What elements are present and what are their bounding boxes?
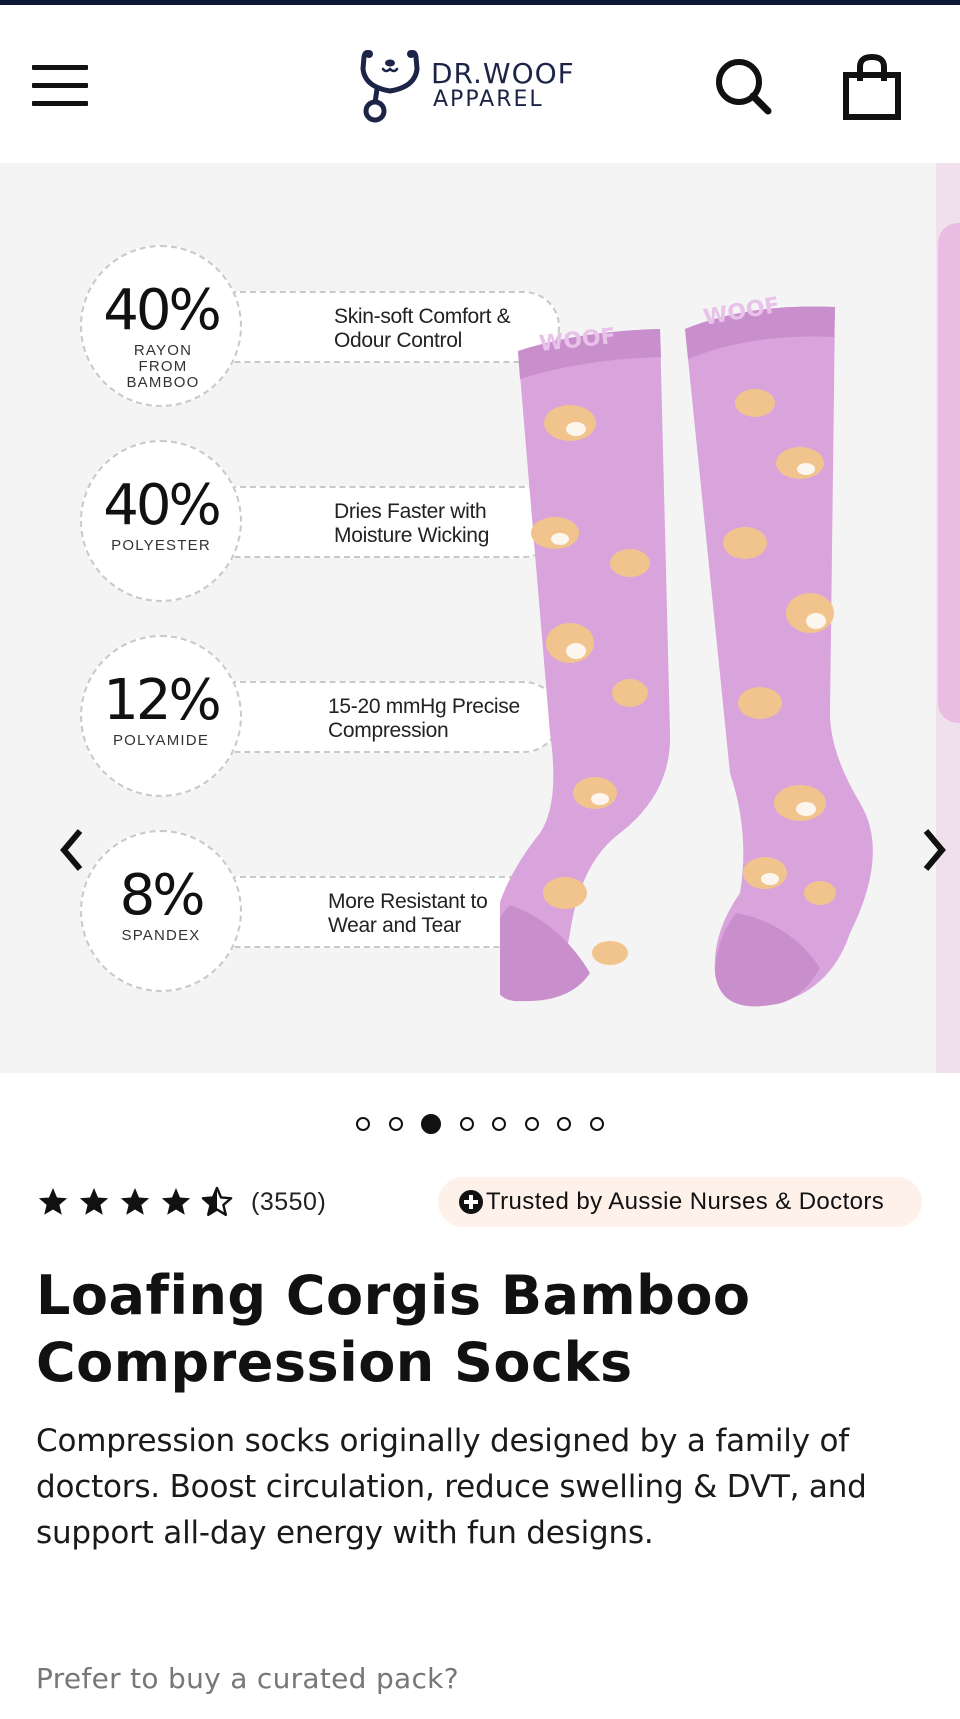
spec-material: RAYON FROM BAMBOO — [126, 342, 200, 391]
product-title-line-2: Compression Socks — [36, 1331, 633, 1394]
logo-line-1: DR.WOOF — [431, 56, 575, 90]
product-title: Loafing Corgis Bamboo Compression Socks — [36, 1262, 916, 1396]
star-icon — [161, 1188, 191, 1215]
medical-plus-icon — [459, 1190, 483, 1214]
site-header: DR.WOOF APPAREL — [0, 5, 960, 163]
product-description: Compression socks originally designed by… — [36, 1423, 867, 1551]
half-star-icon — [201, 1186, 233, 1216]
spec-material: POLYAMIDE — [112, 732, 210, 749]
spec-item: 15-20 mmHg Precise Compression 12% POLYA… — [80, 635, 560, 800]
slide-dot[interactable] — [459, 1117, 474, 1131]
chevron-right-icon[interactable] — [918, 823, 952, 877]
corgi-socks-product-image: WOOF WOOF — [500, 293, 873, 1007]
logo-line-2: APPAREL — [433, 87, 544, 113]
product-title-line-1: Loafing Corgis Bamboo — [36, 1264, 751, 1327]
slide-dot[interactable] — [589, 1117, 604, 1131]
spec-item: Skin-soft Comfort & Odour Control 40% RA… — [80, 245, 560, 410]
spec-percent-circle: 8% SPANDEX — [80, 830, 242, 992]
review-count: (3550) — [251, 1187, 327, 1216]
slide-pagination — [0, 1114, 960, 1138]
spec-percent-circle: 40% RAYON FROM BAMBOO — [80, 245, 242, 407]
star-rating — [36, 1186, 241, 1218]
slide-dot[interactable] — [557, 1117, 572, 1131]
spec-percent: 40% — [103, 473, 221, 538]
brand-wordmark: DR.WOOF APPAREL — [431, 56, 575, 113]
spec-item: Dries Faster with Moisture Wicking 40% P… — [80, 440, 560, 605]
spec-percent: 12% — [103, 668, 221, 733]
spec-percent: 8% — [119, 863, 206, 928]
product-image-gallery[interactable]: Skin-soft Comfort & Odour Control 40% RA… — [0, 163, 960, 1073]
menu-icon[interactable] — [30, 61, 90, 111]
spec-item: More Resistant to Wear and Tear 8% SPAND… — [80, 830, 560, 995]
search-icon[interactable] — [712, 55, 776, 119]
slide-dot-active[interactable] — [421, 1114, 442, 1134]
trust-badge: Trusted by Aussie Nurses & Doctors — [438, 1177, 922, 1227]
chevron-left-icon[interactable] — [54, 823, 88, 877]
brand-logo[interactable]: DR.WOOF APPAREL — [355, 45, 605, 125]
star-icon — [120, 1188, 150, 1215]
star-icon — [38, 1188, 68, 1215]
slide-dot[interactable] — [388, 1117, 403, 1131]
spec-percent-circle: 12% POLYAMIDE — [80, 635, 242, 797]
curated-pack-prompt[interactable]: Prefer to buy a curated pack? — [36, 1662, 836, 1695]
dog-stethoscope-logo-icon — [360, 50, 420, 123]
next-slide-preview — [936, 163, 960, 1073]
spec-material: POLYESTER — [111, 537, 211, 554]
spec-material: SPANDEX — [121, 927, 201, 944]
spec-percent-circle: 40% POLYESTER — [80, 440, 242, 602]
spec-percent: 40% — [103, 278, 221, 343]
trust-badge-text: Trusted by Aussie Nurses & Doctors — [486, 1188, 885, 1215]
slide-dot[interactable] — [524, 1117, 539, 1131]
slide-dot[interactable] — [492, 1117, 507, 1131]
slide-dot[interactable] — [356, 1117, 371, 1131]
shopping-bag-icon[interactable] — [840, 53, 904, 123]
star-icon — [79, 1188, 109, 1215]
product-rating[interactable]: (3550) — [36, 1180, 326, 1224]
